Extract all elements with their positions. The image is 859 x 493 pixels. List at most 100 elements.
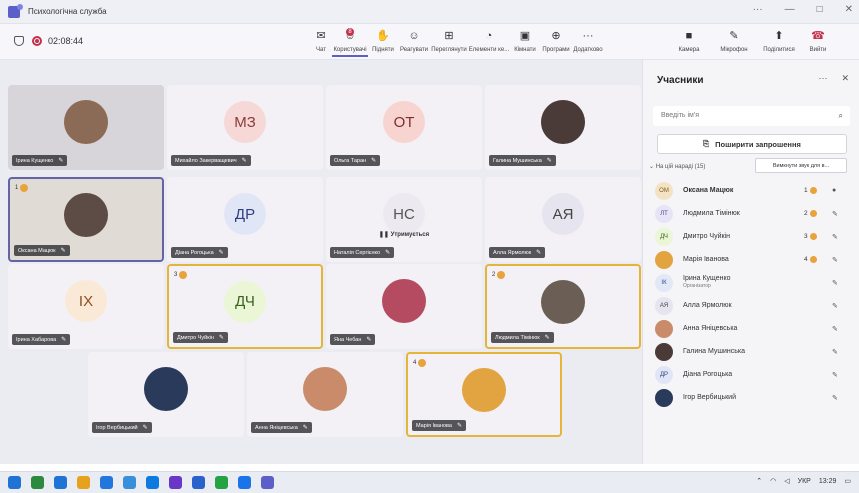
toolbar-controls-button[interactable]: ◔ Елементи ке... bbox=[468, 27, 510, 57]
mute-all-button[interactable]: Вимкнути звук для в... bbox=[755, 158, 847, 173]
toolbar-label: Переглянути bbox=[431, 47, 467, 53]
participant-row[interactable]: Марія Іванова 4 ✎ bbox=[643, 248, 859, 271]
mic-muted-icon: ✎ bbox=[218, 250, 224, 256]
mic-muted-icon[interactable]: ✎ bbox=[832, 233, 838, 241]
taskbar-app-icon[interactable] bbox=[238, 476, 251, 489]
apps-icon: ⊕ bbox=[551, 30, 561, 42]
taskbar-app-icon[interactable] bbox=[100, 476, 113, 489]
mic-muted-icon: ✎ bbox=[536, 250, 542, 256]
mic-on-icon[interactable]: ● bbox=[832, 187, 836, 194]
mic-muted-icon: ✎ bbox=[302, 425, 308, 431]
taskbar-app-icon[interactable] bbox=[54, 476, 67, 489]
participant-tile[interactable]: АЯ Алла Ярмолюк ✎ bbox=[485, 177, 641, 262]
maximize-button[interactable]: □ bbox=[817, 4, 823, 15]
volume-icon[interactable]: ◁ bbox=[784, 477, 789, 485]
share-invite-label: Поширити запрошення bbox=[715, 139, 801, 149]
rooms-icon: ▣ bbox=[519, 30, 531, 42]
raised-hand-badge: 1 bbox=[15, 184, 29, 192]
media-label: Вийти bbox=[809, 47, 827, 53]
toolbar-chat-button[interactable]: ✉ Чат bbox=[310, 27, 332, 57]
mic-button[interactable]: ✎ Мікрофон bbox=[710, 27, 758, 57]
participant-tile[interactable]: 1 Оксана Мацюк ✎ bbox=[8, 177, 164, 262]
taskbar-app-icon[interactable] bbox=[77, 476, 90, 489]
participant-row[interactable]: АЯ Алла Ярмолюк ✎ bbox=[643, 294, 859, 317]
toolbar-apps-button[interactable]: ⊕ Програми bbox=[540, 27, 572, 57]
mic-muted-icon[interactable]: ✎ bbox=[832, 279, 838, 287]
mic-muted-icon[interactable]: ✎ bbox=[832, 210, 838, 218]
close-button[interactable]: ✕ bbox=[845, 4, 853, 15]
participant-tile[interactable]: ОТ Ольга Таран ✎ bbox=[326, 85, 482, 170]
camera-button[interactable]: ■ Камера bbox=[668, 27, 710, 57]
participant-tile[interactable]: Яна Чебан ✎ bbox=[326, 264, 482, 349]
share-invite-button[interactable]: ⎘ Поширити запрошення bbox=[657, 134, 847, 154]
toolbar-rooms-button[interactable]: ▣ Кімнати bbox=[510, 27, 540, 57]
participant-avatar: ДЧ bbox=[224, 280, 266, 323]
mic-muted-icon: ✎ bbox=[142, 425, 148, 431]
timer-text: 02:08:44 bbox=[48, 36, 84, 46]
mic-muted-icon[interactable]: ✎ bbox=[832, 371, 838, 379]
wifi-icon[interactable]: ◠ bbox=[770, 477, 776, 485]
taskbar-app-icon[interactable] bbox=[146, 476, 159, 489]
participant-tile[interactable]: Ірина Кущенко ✎ bbox=[8, 85, 164, 170]
participant-tile[interactable]: МЗ Михайло Закерващевич ✎ bbox=[167, 85, 323, 170]
share-button[interactable]: ⬆ Поділитися bbox=[758, 27, 800, 57]
participant-tile[interactable]: ДЧ 3 Дмитро Чуйкін ✎ bbox=[167, 264, 323, 349]
participant-tile[interactable]: 2 Людмила Тімінюк ✎ bbox=[485, 264, 641, 349]
tray-arrow-icon[interactable]: ⌃ bbox=[756, 477, 762, 485]
participant-tile[interactable]: ІХ Ірина Хабарова ✎ bbox=[8, 264, 164, 349]
taskbar-app-icon[interactable] bbox=[261, 476, 274, 489]
leave-button[interactable]: ☎ Вийти bbox=[800, 27, 836, 57]
mic-muted-icon[interactable]: ✎ bbox=[832, 325, 838, 333]
tile-name-label: Михайло Закерващевич ✎ bbox=[171, 155, 251, 166]
tile-name: Людмила Тімінюк bbox=[495, 334, 540, 341]
in-meeting-section[interactable]: ⌄ На цій нараді (15) bbox=[649, 163, 705, 170]
participant-row[interactable]: ЛТ Людмила Тімінюк 2 ✎ bbox=[643, 202, 859, 225]
toolbar-people-button[interactable]: ☺ Користувачі 8 bbox=[332, 27, 368, 57]
media-controls: ■ Камера ✎ Мікрофон ⬆ Поділитися ☎ Вийти bbox=[668, 27, 836, 57]
participant-search-input[interactable]: Введіть ім'я ⌕ bbox=[653, 106, 850, 126]
toolbar-more-button[interactable]: ··· Додатково bbox=[572, 27, 604, 57]
mic-muted-icon[interactable]: ✎ bbox=[832, 394, 838, 402]
participant-row[interactable]: Галина Мушинська ✎ bbox=[643, 340, 859, 363]
mic-muted-icon[interactable]: ✎ bbox=[832, 302, 838, 310]
notification-icon[interactable]: ▭ bbox=[844, 477, 851, 485]
taskbar-app-icon[interactable] bbox=[123, 476, 136, 489]
clock[interactable]: 13:29 bbox=[819, 478, 837, 485]
participant-tile[interactable]: Анна Яніцевська ✎ bbox=[247, 352, 403, 437]
panel-more-button[interactable]: ··· bbox=[818, 73, 827, 84]
participant-tile[interactable]: 4 Марія Іванова ✎ bbox=[406, 352, 562, 437]
raised-hand-badge: 1 bbox=[804, 187, 817, 194]
participant-row[interactable]: ІК Ірина Кущенко Організатор ✎ bbox=[643, 271, 859, 294]
tile-name: Дмитро Чуйкін bbox=[177, 334, 214, 341]
participant-row[interactable]: Ігор Вербицький ✎ bbox=[643, 386, 859, 409]
toolbar-view-button[interactable]: ⊞ Переглянути bbox=[430, 27, 468, 57]
search-icon[interactable] bbox=[31, 476, 44, 489]
participant-name: Марія Іванова bbox=[683, 256, 729, 263]
toolbar-raise-hand-button[interactable]: ✋ Підняти bbox=[368, 27, 398, 57]
participant-row[interactable]: ДЧ Дмитро Чуйкін 3 ✎ bbox=[643, 225, 859, 248]
participant-row[interactable]: Анна Яніцевська ✎ bbox=[643, 317, 859, 340]
toolbar-react-button[interactable]: ☺ Реагувати bbox=[398, 27, 430, 57]
participant-tile[interactable]: Галина Мушинська ✎ bbox=[485, 85, 641, 170]
toolbar-label: Чат bbox=[316, 47, 326, 53]
participant-tile[interactable]: НС ❚❚ Утримується Наталія Сергієнко ✎ bbox=[326, 177, 482, 262]
tile-name: Михайло Закерващевич bbox=[175, 157, 237, 164]
participant-avatar: ДЧ bbox=[655, 227, 673, 246]
participant-row[interactable]: ДР Діана Рогоцька ✎ bbox=[643, 363, 859, 386]
mic-muted-icon[interactable]: ✎ bbox=[832, 348, 838, 356]
participant-row[interactable]: ОМ Оксана Мацюк 1 ● bbox=[643, 179, 859, 202]
participant-tile[interactable]: ДР Діана Рогоцька ✎ bbox=[167, 177, 323, 262]
mic-muted-icon[interactable]: ✎ bbox=[832, 256, 838, 264]
mic-muted-icon: ✎ bbox=[218, 335, 224, 341]
language-indicator[interactable]: УКР bbox=[798, 478, 811, 485]
taskbar-app-icon[interactable] bbox=[215, 476, 228, 489]
panel-close-button[interactable]: ✕ bbox=[841, 73, 849, 84]
window-more-button[interactable]: ··· bbox=[753, 4, 763, 15]
minimize-button[interactable]: — bbox=[785, 4, 795, 15]
taskbar-app-icon[interactable] bbox=[169, 476, 182, 489]
taskbar-app-icon[interactable] bbox=[192, 476, 205, 489]
start-icon[interactable] bbox=[8, 476, 21, 489]
mic-muted-icon: ✎ bbox=[371, 158, 377, 164]
participant-photo bbox=[144, 367, 188, 412]
participant-tile[interactable]: Ігор Вербицький ✎ bbox=[88, 352, 244, 437]
